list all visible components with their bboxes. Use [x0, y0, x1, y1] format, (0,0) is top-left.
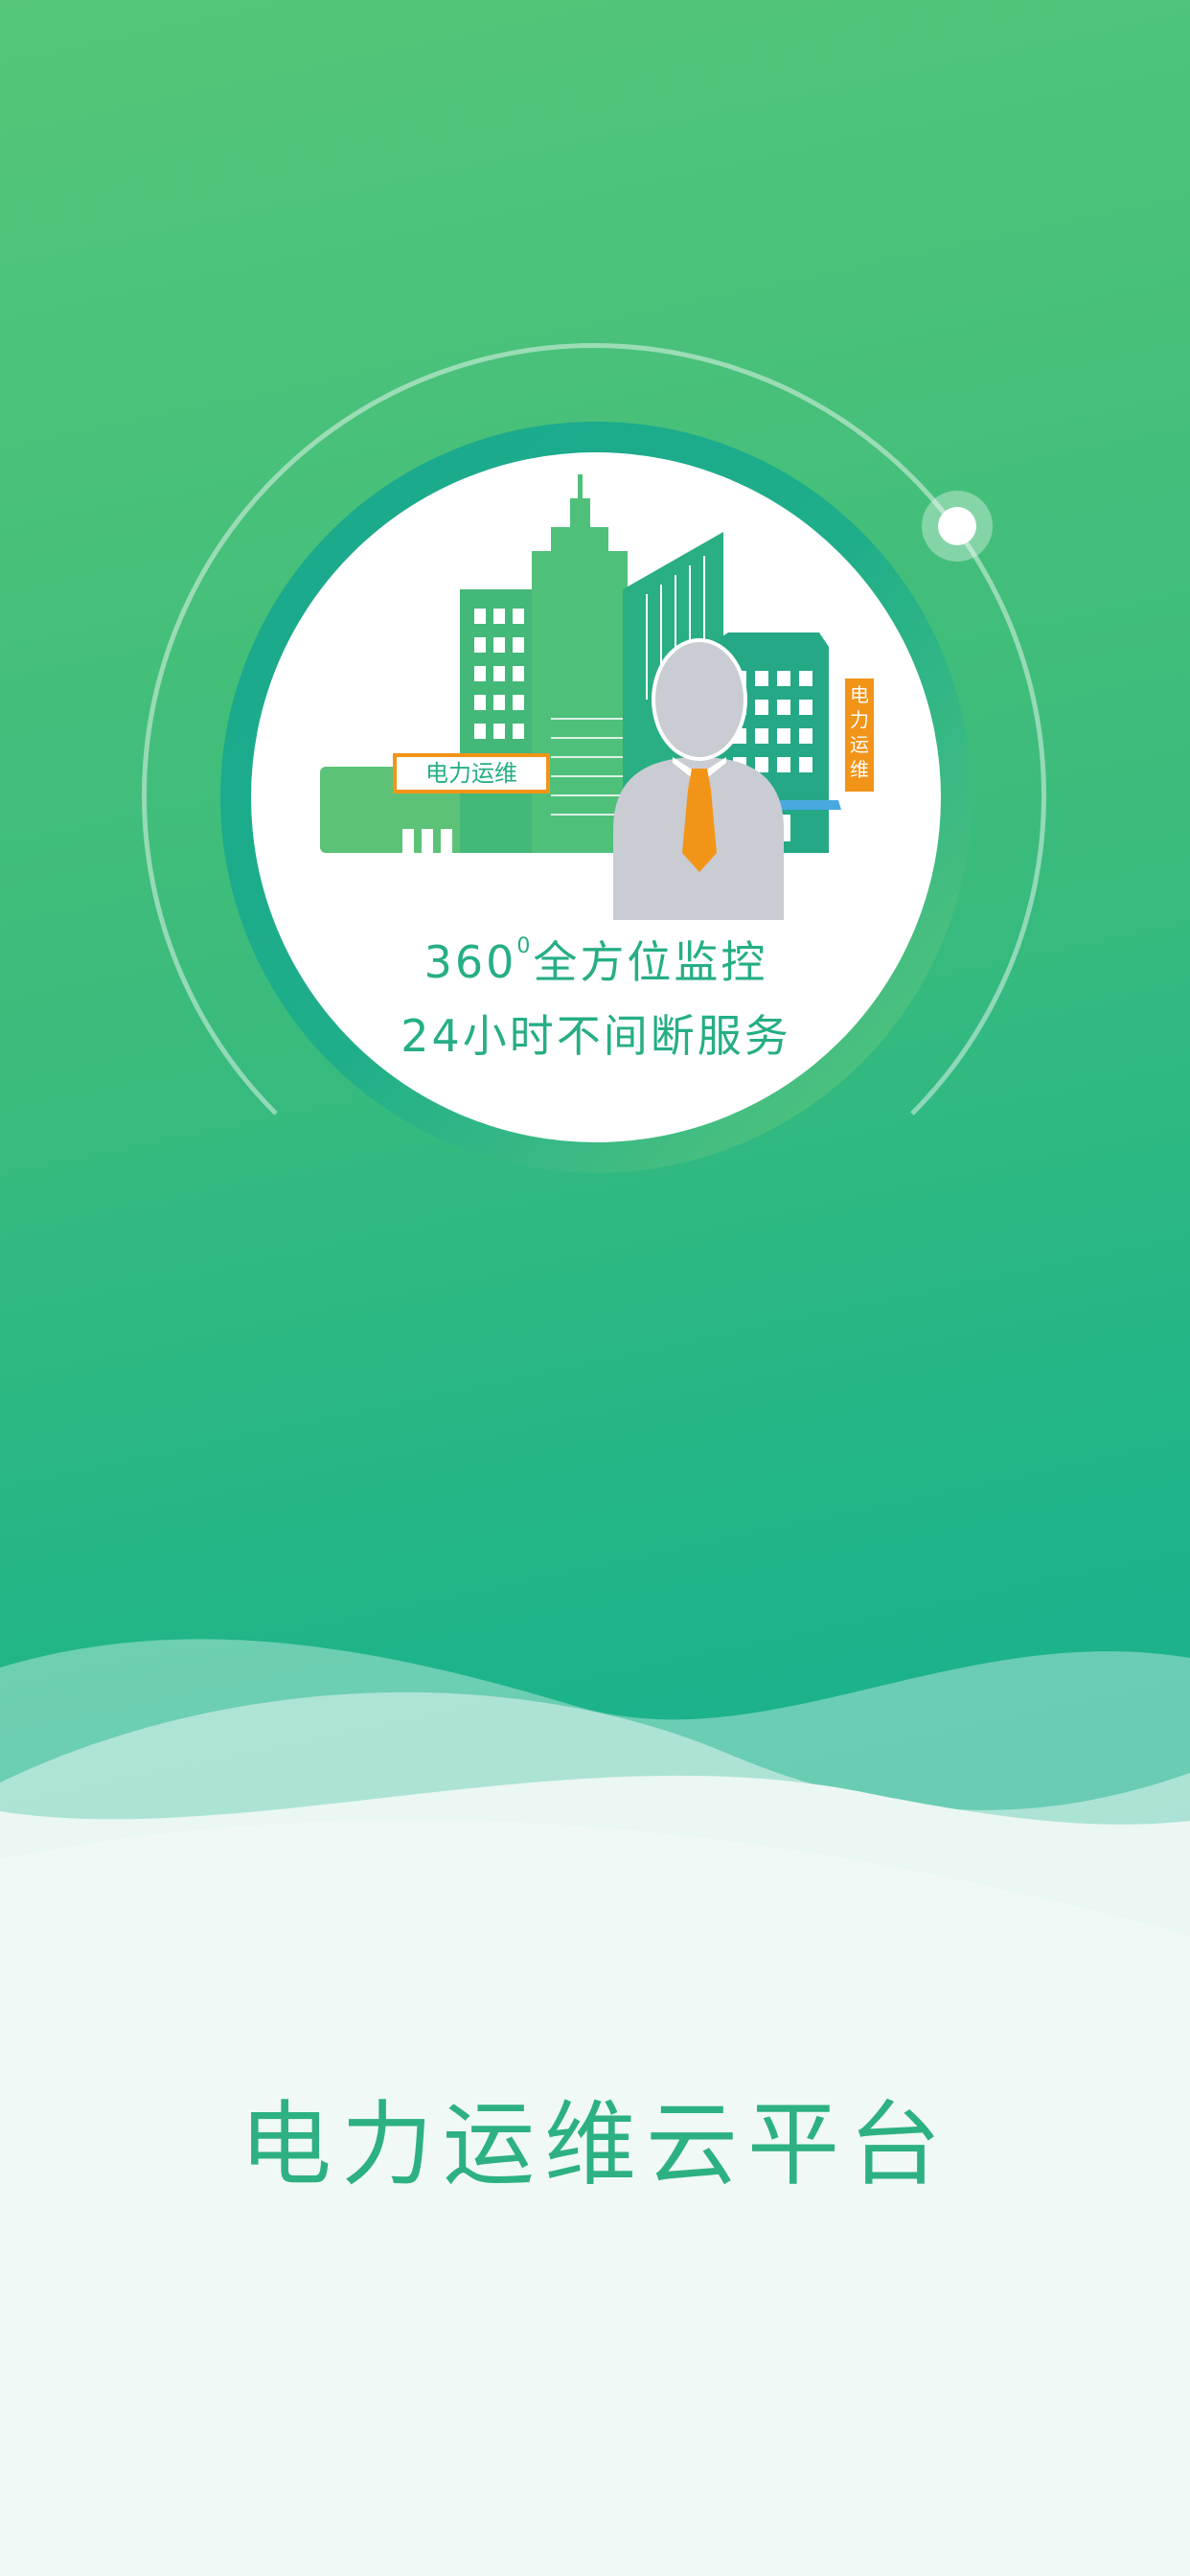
sign-vertical-char-4: 维: [850, 758, 869, 781]
sign-vertical-char-3: 运: [850, 733, 869, 756]
app-name-title: 电力运维云平台: [240, 2091, 950, 2198]
sign-vertical-char-1: 电: [850, 683, 869, 706]
slogan-line-1: 3600全方位监控: [423, 934, 768, 988]
sign-vertical-char-2: 力: [850, 708, 869, 731]
city-operator-illustration: 电力运维 电 力 运 维: [320, 474, 874, 920]
sign-horizontal: 电力运维: [425, 760, 517, 787]
slogan-line-2: 24小时不间断服务: [400, 1010, 791, 1062]
orbit-dot-icon: [922, 491, 993, 562]
